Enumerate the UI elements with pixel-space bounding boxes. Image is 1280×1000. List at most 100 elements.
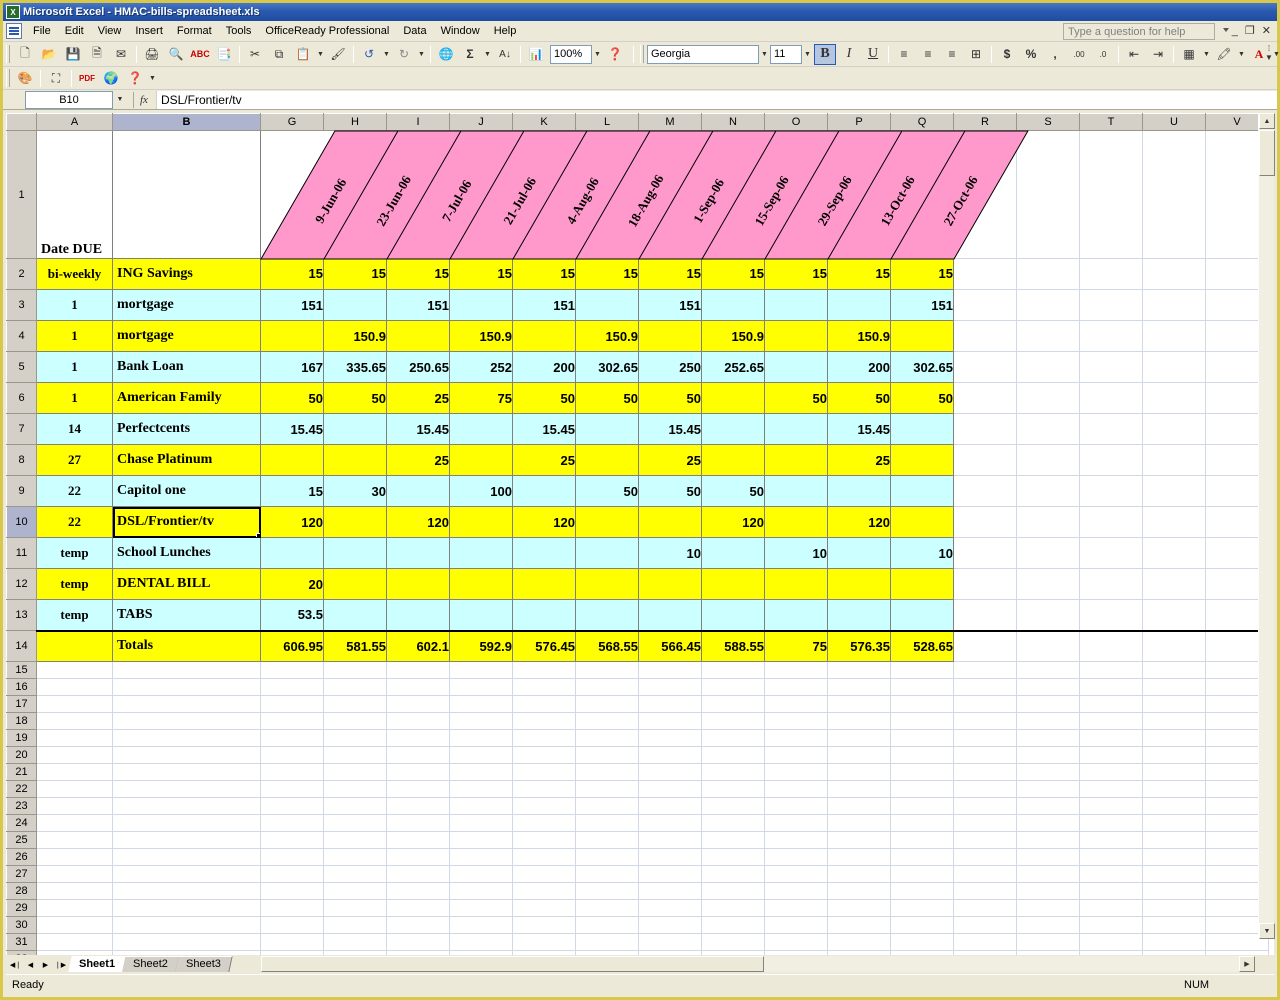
cell-h32[interactable] [324, 951, 387, 956]
cell-h5[interactable]: 335.65 [324, 352, 387, 383]
cell-m19[interactable] [639, 730, 702, 747]
borders-icon[interactable]: ▦ [1178, 44, 1200, 65]
cell-r17[interactable] [954, 696, 1017, 713]
cell-n12[interactable] [702, 569, 765, 600]
row-header-24[interactable]: 24 [7, 815, 37, 832]
cell-m23[interactable] [639, 798, 702, 815]
column-header-p[interactable]: P [828, 114, 891, 131]
cell-u10[interactable] [1143, 507, 1206, 538]
cell-h7[interactable] [324, 414, 387, 445]
cell-h8[interactable] [324, 445, 387, 476]
cell-j21[interactable] [450, 764, 513, 781]
align-left-icon[interactable]: ≡ [893, 44, 915, 65]
cell-b12[interactable]: DENTAL BILL [113, 569, 261, 600]
cell-m31[interactable] [639, 934, 702, 951]
cell-p16[interactable] [828, 679, 891, 696]
scroll-down-button[interactable]: ▼ [1259, 923, 1275, 939]
last-sheet-button[interactable]: ❘▶ [53, 957, 68, 972]
fill-color-chevron-down-icon[interactable]: ▼ [1236, 44, 1247, 65]
cell-q4[interactable] [891, 321, 954, 352]
cell-m22[interactable] [639, 781, 702, 798]
cell-h14[interactable]: 581.55 [324, 631, 387, 662]
cell-m14[interactable]: 566.45 [639, 631, 702, 662]
cell-h27[interactable] [324, 866, 387, 883]
format-painter-icon[interactable]: 🖌 [327, 44, 349, 65]
cell-t21[interactable] [1080, 764, 1143, 781]
cell-u6[interactable] [1143, 383, 1206, 414]
cell-k7[interactable]: 15.45 [513, 414, 576, 445]
row-header-6[interactable]: 6 [7, 383, 37, 414]
cell-j3[interactable] [450, 290, 513, 321]
cell-b10[interactable]: DSL/Frontier/tv [113, 507, 261, 538]
cell-b7[interactable]: Perfectcents [113, 414, 261, 445]
cell-j15[interactable] [450, 662, 513, 679]
cell-u22[interactable] [1143, 781, 1206, 798]
cell-s23[interactable] [1017, 798, 1080, 815]
cell-s32[interactable] [1017, 951, 1080, 956]
cell-a3[interactable]: 1 [37, 290, 113, 321]
cell-u4[interactable] [1143, 321, 1206, 352]
cell-g25[interactable] [261, 832, 324, 849]
cell-n8[interactable] [702, 445, 765, 476]
row-header-14[interactable]: 14 [7, 631, 37, 662]
cell-h26[interactable] [324, 849, 387, 866]
cell-i24[interactable] [387, 815, 450, 832]
cell-l8[interactable] [576, 445, 639, 476]
cell-k14[interactable]: 576.45 [513, 631, 576, 662]
cell-q22[interactable] [891, 781, 954, 798]
decrease-decimal-icon[interactable]: .0 [1092, 44, 1114, 65]
cell-j25[interactable] [450, 832, 513, 849]
row-header-28[interactable]: 28 [7, 883, 37, 900]
cell-n26[interactable] [702, 849, 765, 866]
cell-t25[interactable] [1080, 832, 1143, 849]
cell-i28[interactable] [387, 883, 450, 900]
cell-r29[interactable] [954, 900, 1017, 917]
cell-m32[interactable] [639, 951, 702, 956]
cell-g20[interactable] [261, 747, 324, 764]
cell-a20[interactable] [37, 747, 113, 764]
cell-s16[interactable] [1017, 679, 1080, 696]
cell-s20[interactable] [1017, 747, 1080, 764]
cell-p15[interactable] [828, 662, 891, 679]
cell-b27[interactable] [113, 866, 261, 883]
row-header-3[interactable]: 3 [7, 290, 37, 321]
cell-b19[interactable] [113, 730, 261, 747]
cell-j20[interactable] [450, 747, 513, 764]
cell-o10[interactable] [765, 507, 828, 538]
cell-l7[interactable] [576, 414, 639, 445]
cell-h19[interactable] [324, 730, 387, 747]
cell-t1[interactable] [1080, 131, 1143, 259]
name-box-chevron-down-icon[interactable]: ▼ [113, 91, 127, 109]
cell-t12[interactable] [1080, 569, 1143, 600]
cell-n21[interactable] [702, 764, 765, 781]
cell-t16[interactable] [1080, 679, 1143, 696]
select-all-corner[interactable] [7, 114, 37, 131]
cell-i13[interactable] [387, 600, 450, 631]
column-header-s[interactable]: S [1017, 114, 1080, 131]
cell-q5[interactable]: 302.65 [891, 352, 954, 383]
cell-t2[interactable] [1080, 259, 1143, 290]
cell-t7[interactable] [1080, 414, 1143, 445]
row-header-17[interactable]: 17 [7, 696, 37, 713]
cell-i2[interactable]: 15 [387, 259, 450, 290]
cell-p7[interactable]: 15.45 [828, 414, 891, 445]
cell-l30[interactable] [576, 917, 639, 934]
cell-r11[interactable] [954, 538, 1017, 569]
cell-s31[interactable] [1017, 934, 1080, 951]
cell-p26[interactable] [828, 849, 891, 866]
cell-t4[interactable] [1080, 321, 1143, 352]
cell-o2[interactable]: 15 [765, 259, 828, 290]
cell-g27[interactable] [261, 866, 324, 883]
cell-l13[interactable] [576, 600, 639, 631]
cell-j19[interactable] [450, 730, 513, 747]
cell-t27[interactable] [1080, 866, 1143, 883]
cell-m29[interactable] [639, 900, 702, 917]
cell-u3[interactable] [1143, 290, 1206, 321]
cell-l29[interactable] [576, 900, 639, 917]
cell-n6[interactable] [702, 383, 765, 414]
cell-g19[interactable] [261, 730, 324, 747]
cell-o14[interactable]: 75 [765, 631, 828, 662]
row-header-26[interactable]: 26 [7, 849, 37, 866]
zoom-chevron-down-icon[interactable]: ▼ [592, 44, 603, 65]
cell-q25[interactable] [891, 832, 954, 849]
